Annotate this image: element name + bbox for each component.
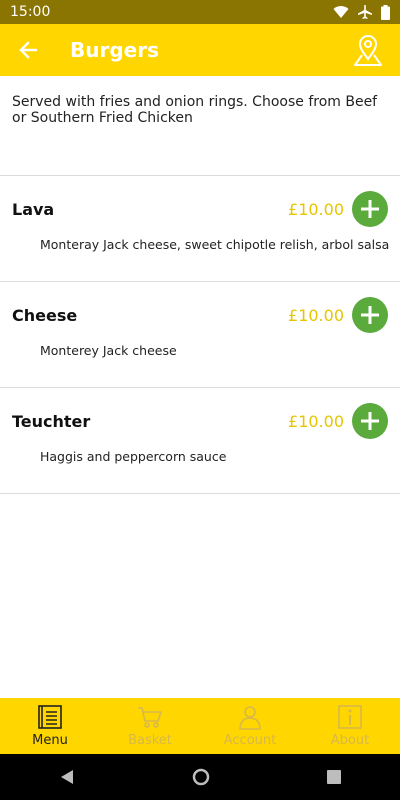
nav-label: About xyxy=(330,733,370,748)
back-button[interactable] xyxy=(8,30,48,70)
nav-label: Menu xyxy=(32,733,68,748)
home-circle-icon[interactable] xyxy=(192,768,210,786)
person-icon xyxy=(239,706,261,730)
status-icons xyxy=(333,4,390,20)
item-name: Teuchter xyxy=(12,412,91,431)
add-to-basket-button[interactable] xyxy=(352,191,388,227)
item-name: Cheese xyxy=(12,306,78,325)
divider xyxy=(0,493,400,494)
item-description: Monterey Jack cheese xyxy=(40,343,177,358)
nav-basket[interactable]: Basket xyxy=(100,698,200,754)
plus-icon xyxy=(361,200,379,218)
page-title: Burgers xyxy=(70,38,159,62)
app-bar: Burgers xyxy=(0,24,400,76)
item-price: £10.00 xyxy=(288,306,344,325)
menu-item[interactable]: Lava £10.00 Monteray Jack cheese, sweet … xyxy=(0,176,400,282)
back-triangle-icon[interactable] xyxy=(58,768,76,786)
system-navigation-bar xyxy=(0,754,400,800)
nav-label: Basket xyxy=(128,733,172,748)
nav-label: Account xyxy=(223,733,277,748)
wifi-icon xyxy=(333,6,349,19)
item-description: Monteray Jack cheese, sweet chipotle rel… xyxy=(40,237,390,252)
menu-item[interactable]: Cheese £10.00 Monterey Jack cheese xyxy=(0,282,400,388)
status-bar: 15:00 xyxy=(0,0,400,24)
category-description: Served with fries and onion rings. Choos… xyxy=(12,94,378,126)
item-price: £10.00 xyxy=(288,412,344,431)
arrow-back-icon xyxy=(19,41,37,59)
battery-icon xyxy=(381,4,390,20)
item-price: £10.00 xyxy=(288,200,344,219)
nav-about[interactable]: About xyxy=(300,698,400,754)
menu-book-icon xyxy=(38,705,62,729)
cart-icon xyxy=(138,707,162,728)
plus-icon xyxy=(361,306,379,324)
add-to-basket-button[interactable] xyxy=(352,403,388,439)
add-to-basket-button[interactable] xyxy=(352,297,388,333)
info-icon xyxy=(338,705,362,729)
recents-square-icon[interactable] xyxy=(326,769,342,785)
bottom-navigation: Menu Basket Account About xyxy=(0,698,400,754)
item-description: Haggis and peppercorn sauce xyxy=(40,449,227,464)
location-button[interactable] xyxy=(352,34,384,68)
item-name: Lava xyxy=(12,200,55,219)
location-pin-icon xyxy=(354,35,382,66)
status-time: 15:00 xyxy=(10,4,51,20)
menu-item[interactable]: Teuchter £10.00 Haggis and peppercorn sa… xyxy=(0,388,400,494)
nav-account[interactable]: Account xyxy=(200,698,300,754)
plus-icon xyxy=(361,412,379,430)
airplane-icon xyxy=(358,4,372,19)
nav-menu[interactable]: Menu xyxy=(0,698,100,754)
